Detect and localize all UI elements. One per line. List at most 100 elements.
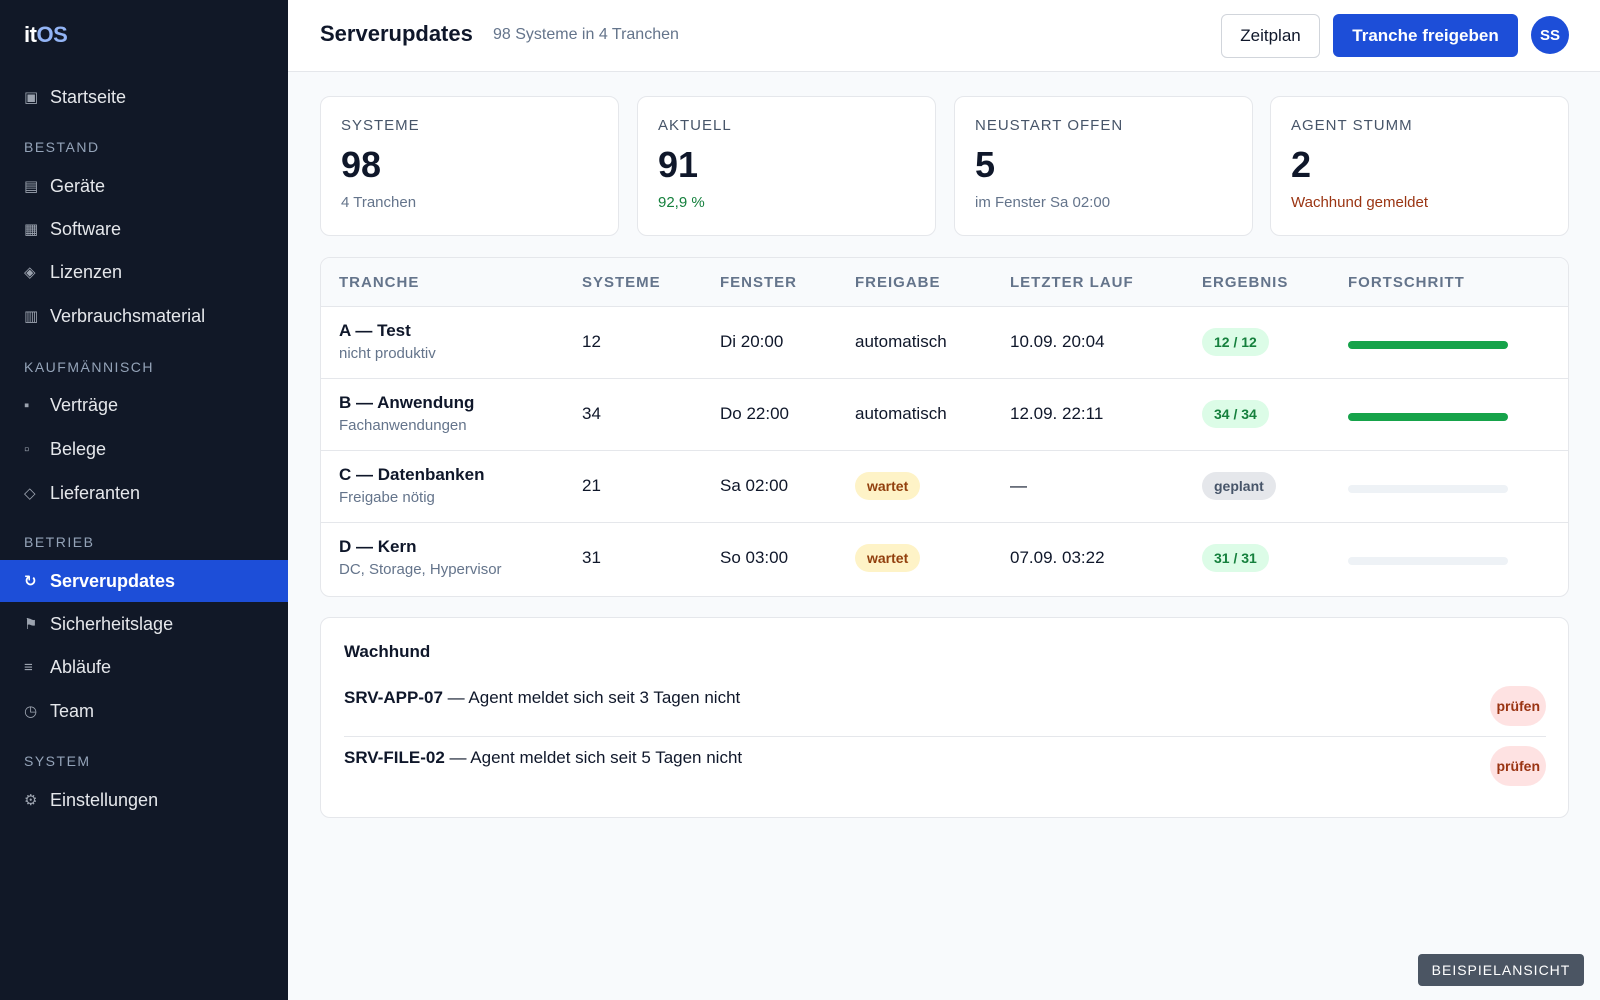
- check-button[interactable]: prüfen: [1490, 686, 1546, 726]
- table-row[interactable]: D — Kern DC, Storage, Hypervisor 31 So 0…: [321, 523, 1568, 595]
- watchdog-title: Wachhund: [344, 642, 431, 661]
- table-row[interactable]: C — Datenbanken Freigabe nötig 21 Sa 02:…: [321, 451, 1568, 523]
- page-subtitle: 98 Systeme in 4 Tranchen: [493, 26, 679, 43]
- sidebar-item-label: Lizenzen: [50, 261, 123, 282]
- systems-count: 12: [582, 332, 601, 351]
- schedule-button[interactable]: Zeitplan: [1221, 14, 1320, 58]
- kpi-label: NEUSTART OFFEN: [975, 117, 1124, 134]
- sidebar-item-startseite[interactable]: ▣ Startseite: [0, 76, 288, 118]
- maintenance-window: Di 20:00: [720, 332, 784, 351]
- gear-icon: ⚙: [24, 792, 38, 809]
- kpi-value: 2: [1291, 144, 1312, 185]
- kpi-note: 4 Tranchen: [341, 194, 417, 211]
- sidebar-item-label: Software: [50, 218, 122, 239]
- table-header: TRANCHE SYSTEME FENSTER FREIGABE LETZTER…: [321, 258, 1568, 307]
- release-status-badge: wartet: [855, 544, 921, 572]
- progress-bar: [1348, 485, 1508, 493]
- result-badge: 31 / 31: [1202, 544, 1269, 572]
- sidebar-item-lizenzen[interactable]: ◈ Lizenzen: [0, 251, 288, 293]
- release-tranche-button[interactable]: Tranche freigeben: [1333, 14, 1518, 57]
- sidebar-section-bestand: BESTAND: [24, 139, 100, 155]
- kpi-value: 91: [658, 144, 699, 185]
- tranche-name: A — Test: [339, 321, 411, 340]
- maintenance-window: So 03:00: [720, 548, 789, 567]
- sidebar-item-label: Sicherheitslage: [50, 613, 174, 634]
- receipt-icon: ▫: [24, 440, 30, 458]
- host-name: SRV-FILE-02: [344, 748, 445, 767]
- sidebar-item-vertraege[interactable]: ▪ Verträge: [0, 384, 288, 426]
- last-run: —: [1010, 476, 1027, 495]
- column-header-systems[interactable]: SYSTEME: [582, 274, 661, 291]
- sidebar-item-software[interactable]: ▦ Software: [0, 208, 288, 250]
- column-header-progress[interactable]: FORTSCHRITT: [1348, 274, 1465, 291]
- sidebar-item-sicherheitslage[interactable]: ⚑ Sicherheitslage: [0, 603, 288, 645]
- sidebar-item-label: Abläufe: [50, 656, 112, 677]
- sidebar-item-label: Startseite: [50, 86, 127, 107]
- systems-count: 31: [582, 548, 601, 567]
- sidebar-item-label: Belege: [50, 438, 107, 459]
- kpi-note: Wachhund gemeldet: [1291, 194, 1429, 211]
- table-row[interactable]: A — Test nicht produktiv 12 Di 20:00 aut…: [321, 307, 1568, 379]
- sidebar-item-geraete[interactable]: ▤ Geräte: [0, 165, 288, 207]
- systems-count: 34: [582, 404, 601, 423]
- watchdog-panel: Wachhund SRV-APP-07 — Agent meldet sich …: [320, 617, 1569, 818]
- kpi-card-restart-pending: NEUSTART OFFEN 5 im Fenster Sa 02:00: [954, 96, 1253, 236]
- sidebar-item-team[interactable]: ◷ Team: [0, 690, 288, 732]
- progress-bar: [1348, 413, 1508, 421]
- sidebar-item-label: Serverupdates: [50, 570, 176, 591]
- tranche-name: B — Anwendung: [339, 393, 475, 412]
- contract-icon: ▪: [24, 396, 30, 414]
- column-header-result[interactable]: ERGEBNIS: [1202, 274, 1288, 291]
- last-run: 07.09. 03:22: [1010, 548, 1105, 567]
- sidebar-item-einstellungen[interactable]: ⚙ Einstellungen: [0, 779, 288, 821]
- sidebar-item-belege[interactable]: ▫ Belege: [0, 428, 288, 470]
- host-name: SRV-APP-07: [344, 688, 443, 707]
- maintenance-window: Do 22:00: [720, 404, 789, 423]
- sidebar-item-label: Einstellungen: [50, 789, 159, 810]
- column-header-tranche[interactable]: TRANCHE: [339, 274, 419, 291]
- kpi-card-systems: SYSTEME 98 4 Tranchen: [320, 96, 619, 236]
- check-button[interactable]: prüfen: [1490, 746, 1546, 786]
- dashboard-icon: ▣: [24, 89, 39, 106]
- devices-icon: ▤: [24, 178, 39, 195]
- tranche-description: Fachanwendungen: [339, 417, 467, 434]
- flag-icon: ⚑: [24, 616, 38, 633]
- sidebar-item-label: Verträge: [50, 394, 119, 415]
- sidebar-section-system: SYSTEM: [24, 753, 91, 769]
- clock-icon: ◷: [24, 703, 38, 720]
- kpi-label: AGENT STUMM: [1291, 117, 1413, 134]
- sidebar-section-betrieb: BETRIEB: [24, 534, 95, 550]
- column-header-window[interactable]: FENSTER: [720, 274, 797, 291]
- list-icon: ≡: [24, 658, 33, 676]
- last-run: 12.09. 22:11: [1010, 404, 1104, 423]
- tranche-table: TRANCHE SYSTEME FENSTER FREIGABE LETZTER…: [320, 257, 1569, 597]
- avatar[interactable]: SS: [1531, 16, 1569, 54]
- sidebar-item-verbrauchsmaterial[interactable]: ▥ Verbrauchsmaterial: [0, 295, 288, 337]
- release-mode: automatisch: [855, 332, 947, 351]
- kpi-label: AKTUELL: [658, 117, 732, 134]
- column-header-last-run[interactable]: LETZTER LAUF: [1010, 274, 1134, 291]
- main-content: Serverupdates 98 Systeme in 4 Tranchen Z…: [288, 0, 1600, 1000]
- topbar: Serverupdates 98 Systeme in 4 Tranchen Z…: [288, 0, 1600, 72]
- result-badge: 34 / 34: [1202, 400, 1269, 428]
- kpi-value: 98: [341, 144, 382, 185]
- column-header-release[interactable]: FREIGABE: [855, 274, 941, 291]
- divider: [344, 736, 1546, 737]
- sidebar-item-lieferanten[interactable]: ◇ Lieferanten: [0, 472, 288, 514]
- kpi-card-agent-silent: AGENT STUMM 2 Wachhund gemeldet: [1270, 96, 1569, 236]
- sidebar-item-serverupdates[interactable]: ↻ Serverupdates: [0, 560, 288, 602]
- kpi-card-current: AKTUELL 91 92,9 %: [637, 96, 936, 236]
- app-logo[interactable]: itOS: [24, 22, 68, 48]
- tranche-name: C — Datenbanken: [339, 465, 485, 484]
- progress-fill: [1348, 413, 1508, 421]
- example-view-badge: BEISPIELANSICHT: [1418, 954, 1584, 986]
- sidebar-item-label: Lieferanten: [50, 482, 141, 503]
- tranche-name: D — Kern: [339, 537, 417, 556]
- result-badge: geplant: [1202, 472, 1276, 500]
- table-row[interactable]: B — Anwendung Fachanwendungen 34 Do 22:0…: [321, 379, 1568, 451]
- tranche-description: Freigabe nötig: [339, 489, 435, 506]
- sidebar-section-kaufmaennisch: KAUFMÄNNISCH: [24, 359, 155, 375]
- kpi-note: 92,9 %: [658, 194, 705, 211]
- sidebar-item-ablaeufe[interactable]: ≡ Abläufe: [0, 646, 288, 688]
- tranche-description: DC, Storage, Hypervisor: [339, 561, 502, 578]
